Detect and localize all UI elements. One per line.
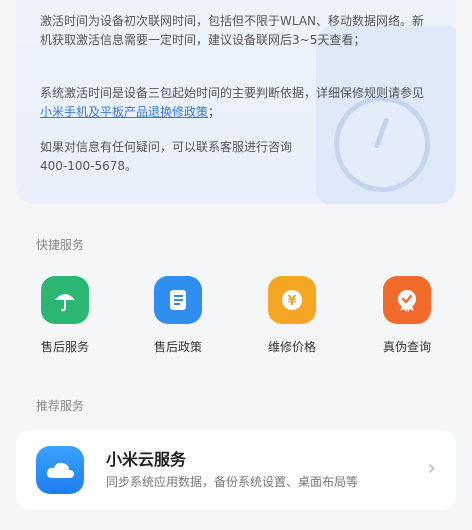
- warranty-policy-link[interactable]: 小米手机及平板产品退换修政策: [40, 105, 208, 119]
- verified-badge-icon: [383, 276, 431, 324]
- quick-service-authenticity[interactable]: 真伪查询: [367, 276, 447, 355]
- quick-services-title: 快捷服务: [36, 238, 85, 252]
- recommended-services-title: 推荐服务: [36, 399, 85, 413]
- svg-text:¥: ¥: [287, 294, 296, 309]
- info-paragraph-warranty: 系统激活时间是设备三包起始时间的主要判断依据，详细保修规则请参见小米手机及平板产…: [40, 84, 430, 122]
- warranty-text-suffix: ；: [208, 105, 221, 119]
- quick-service-label: 真伪查询: [382, 340, 431, 354]
- activation-info-card: 激活时间为设备初次联网时间，包括但不限于WLAN、移动数据网络。新机获取激活信息…: [16, 0, 456, 204]
- info-paragraph-activation: 激活时间为设备初次联网时间，包括但不限于WLAN、移动数据网络。新机获取激活信息…: [40, 14, 425, 47]
- warranty-text: 系统激活时间是设备三包起始时间的主要判断依据，详细保修规则请参见: [40, 86, 425, 100]
- quick-service-label: 售后政策: [153, 340, 202, 354]
- xiaomi-cloud-service-card[interactable]: 小米云服务 同步系统应用数据，备份系统设置、桌面布局等 ›: [16, 430, 456, 510]
- quick-service-label: 售后服务: [40, 340, 89, 354]
- umbrella-icon: [41, 276, 89, 324]
- contact-text: 如果对信息有任何疑问，可以联系客服进行咨询: [40, 140, 293, 154]
- hotline-number: 400-100-5678。: [40, 159, 138, 173]
- quick-service-after-sales[interactable]: 售后服务: [25, 276, 105, 355]
- yuan-coin-icon: ¥: [268, 276, 316, 324]
- service-description: 同步系统应用数据，备份系统设置、桌面布局等: [106, 475, 359, 489]
- cloud-icon: [36, 446, 84, 494]
- service-title: 小米云服务: [106, 450, 187, 469]
- document-icon: [154, 276, 202, 324]
- quick-service-repair-price[interactable]: ¥ 维修价格: [252, 276, 332, 355]
- quick-service-label: 维修价格: [267, 340, 316, 354]
- chevron-right-icon: ›: [427, 456, 436, 481]
- quick-service-policy[interactable]: 售后政策: [138, 276, 218, 355]
- info-paragraph-contact: 如果对信息有任何疑问，可以联系客服进行咨询 400-100-5678。: [40, 138, 430, 176]
